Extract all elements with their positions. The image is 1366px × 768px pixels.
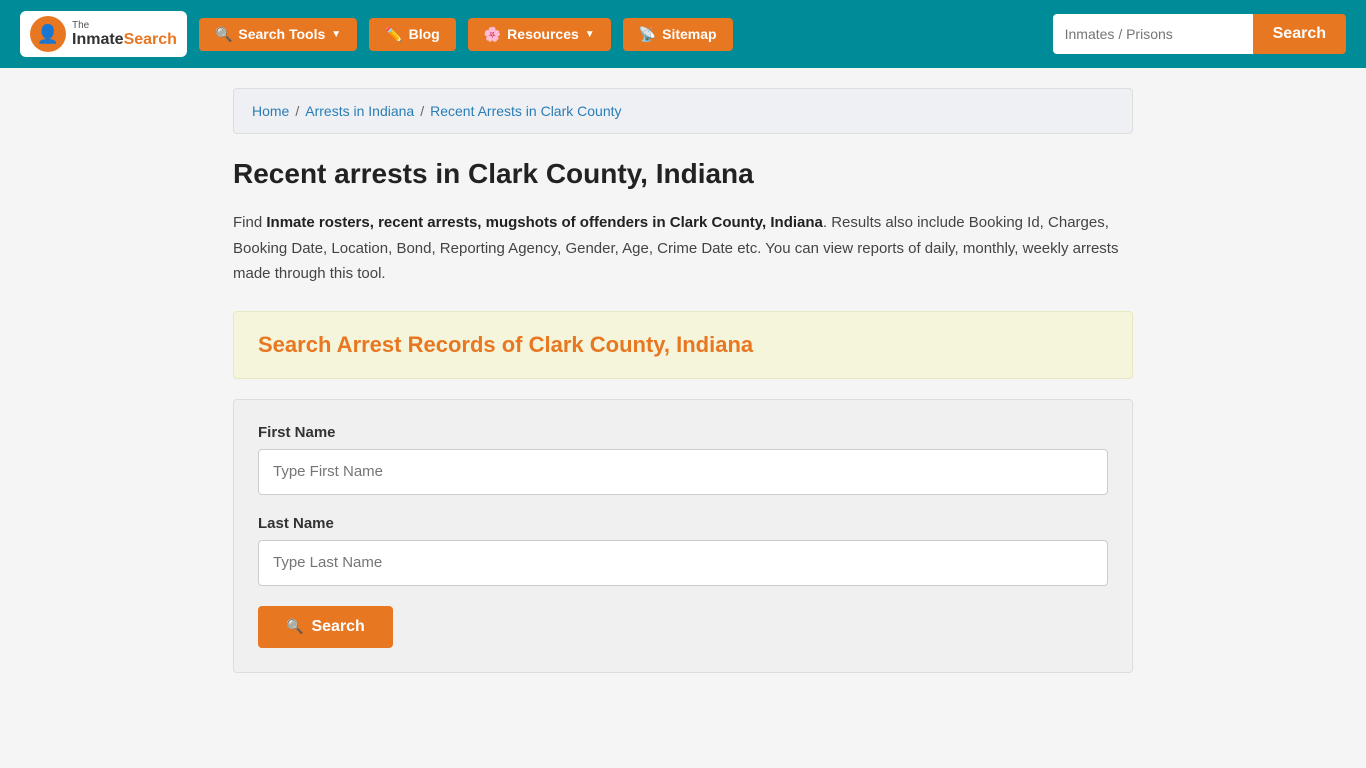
blog-button[interactable]: Blog <box>369 18 456 51</box>
search-tools-button[interactable]: Search Tools ▼ <box>199 18 357 51</box>
header-search: Search <box>1053 14 1346 54</box>
description-bold: Inmate rosters, recent arrests, mugshots… <box>266 214 823 231</box>
breadcrumb-arrests-indiana[interactable]: Arrests in Indiana <box>305 103 414 119</box>
blog-label: Blog <box>409 26 440 42</box>
breadcrumb-container: Home / Arrests in Indiana / Recent Arres… <box>233 88 1133 134</box>
breadcrumb-sep-1: / <box>295 103 299 119</box>
search-tools-label: Search Tools <box>238 26 325 42</box>
logo-inmate: Inmate <box>72 31 124 48</box>
sitemap-label: Sitemap <box>662 26 716 42</box>
last-name-input[interactable] <box>258 540 1108 586</box>
breadcrumb-sep-2: / <box>420 103 424 119</box>
search-section-box: Search Arrest Records of Clark County, I… <box>233 311 1133 379</box>
breadcrumb-current[interactable]: Recent Arrests in Clark County <box>430 103 621 119</box>
main-content: Home / Arrests in Indiana / Recent Arres… <box>203 68 1163 693</box>
logo-name: InmateSearch <box>72 31 177 49</box>
logo-the: The <box>72 20 177 31</box>
logo-icon: 👤 <box>30 16 66 52</box>
breadcrumb-home[interactable]: Home <box>252 103 289 119</box>
resources-arrow-icon: ▼ <box>585 29 595 40</box>
logo-text: The InmateSearch <box>72 20 177 49</box>
resources-button[interactable]: Resources ▼ <box>468 18 611 51</box>
search-tools-icon <box>215 26 232 43</box>
logo-search: Search <box>124 31 177 48</box>
search-form-container: First Name Last Name Search <box>233 399 1133 673</box>
resources-icon <box>484 26 501 43</box>
search-form-icon <box>286 618 303 636</box>
search-tools-arrow-icon: ▼ <box>331 29 341 40</box>
last-name-label: Last Name <box>258 515 1108 532</box>
header-search-input[interactable] <box>1053 14 1253 54</box>
blog-icon <box>385 26 402 43</box>
page-title: Recent arrests in Clark County, Indiana <box>233 158 1133 190</box>
header-search-button[interactable]: Search <box>1253 14 1346 54</box>
breadcrumb: Home / Arrests in Indiana / Recent Arres… <box>252 103 1114 119</box>
search-form-label: Search <box>311 618 364 636</box>
first-name-input[interactable] <box>258 449 1108 495</box>
first-name-group: First Name <box>258 424 1108 495</box>
search-section-title: Search Arrest Records of Clark County, I… <box>258 332 1108 358</box>
description-start: Find <box>233 214 266 231</box>
site-header: 👤 The InmateSearch Search Tools ▼ Blog R… <box>0 0 1366 68</box>
last-name-group: Last Name <box>258 515 1108 586</box>
sitemap-icon <box>639 26 656 43</box>
header-search-label: Search <box>1273 25 1326 42</box>
first-name-label: First Name <box>258 424 1108 441</box>
search-form-button[interactable]: Search <box>258 606 393 648</box>
site-logo[interactable]: 👤 The InmateSearch <box>20 11 187 57</box>
sitemap-button[interactable]: Sitemap <box>623 18 733 51</box>
resources-label: Resources <box>507 26 579 42</box>
page-description: Find Inmate rosters, recent arrests, mug… <box>233 210 1133 287</box>
